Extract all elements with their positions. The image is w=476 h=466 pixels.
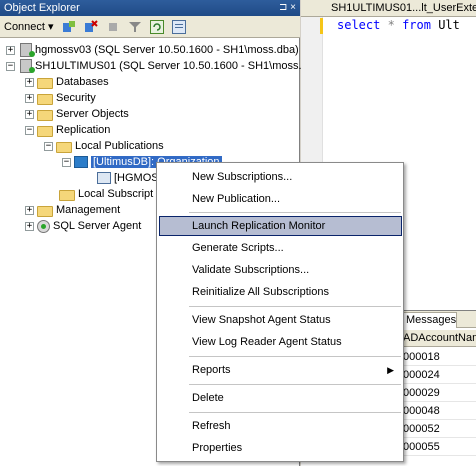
agent-icon	[37, 219, 50, 233]
tab-messages[interactable]: Messages	[401, 312, 457, 328]
menu-item-snapshot-agent-status[interactable]: View Snapshot Agent Status	[159, 310, 402, 330]
folder-icon	[59, 189, 75, 201]
tree-node-label: Local Subscript	[78, 188, 154, 200]
folder-icon	[37, 125, 53, 137]
tree-node-replication[interactable]: − Replication	[25, 122, 110, 138]
code-keyword: from	[402, 18, 431, 32]
table-row[interactable]: 000052	[401, 420, 476, 438]
menu-separator	[189, 412, 401, 413]
object-explorer-toolbar: Connect ▾	[0, 16, 300, 38]
menu-separator	[189, 356, 401, 357]
change-marker	[320, 18, 323, 34]
code-identifier: Ult	[438, 18, 460, 32]
tree-node-label: Databases	[56, 76, 109, 88]
tree-node-local-publications[interactable]: − Local Publications	[44, 138, 164, 154]
menu-item-generate-scripts[interactable]: Generate Scripts...	[159, 238, 402, 258]
object-explorer-title: Object Explorer ⊐ ×	[0, 0, 300, 16]
editor-code[interactable]: select * from Ult	[337, 18, 460, 32]
expand-toggle[interactable]: +	[25, 109, 34, 119]
tree-node-databases[interactable]: + Databases	[25, 74, 109, 90]
tree-node-label: Management	[56, 204, 121, 216]
tree-node-management[interactable]: + Management	[25, 202, 120, 218]
table-row[interactable]: 000055	[401, 438, 476, 456]
summary-icon[interactable]	[170, 18, 188, 36]
menu-item-label: Reports	[192, 364, 231, 376]
tree-node-label: hgmossv03 (SQL Server 10.50.1600 - SH1\m…	[35, 44, 299, 56]
folder-icon	[37, 77, 53, 89]
menu-item-new-publication[interactable]: New Publication...	[159, 189, 402, 209]
folder-icon	[37, 109, 53, 121]
tree-node-server2[interactable]: − SH1ULTIMUS01 (SQL Server 10.50.1600 - …	[6, 58, 308, 74]
connect-icon[interactable]	[60, 18, 78, 36]
tree-node-label: Local Publications	[75, 140, 164, 152]
collapse-toggle[interactable]: −	[44, 141, 53, 151]
tree-node-label: SH1ULTIMUS01 (SQL Server 10.50.1600 - SH…	[35, 60, 308, 72]
tree-node-label: Server Objects	[56, 108, 129, 120]
menu-separator	[189, 212, 401, 213]
expand-toggle[interactable]: +	[25, 221, 34, 231]
collapse-toggle[interactable]: −	[6, 61, 15, 71]
menu-item-refresh[interactable]: Refresh	[159, 416, 402, 436]
table-row[interactable]: 000024	[401, 366, 476, 384]
tree-node-subscription[interactable]: [HGMOS	[97, 170, 159, 186]
menu-item-reinitialize-subscriptions[interactable]: Reinitialize All Subscriptions	[159, 282, 402, 302]
menu-separator	[189, 384, 401, 385]
menu-item-properties[interactable]: Properties	[159, 438, 402, 458]
expand-toggle[interactable]: +	[6, 45, 15, 55]
table-row[interactable]: 000048	[401, 402, 476, 420]
stop-icon[interactable]	[104, 18, 122, 36]
tree-node-local-subscriptions[interactable]: Local Subscript	[59, 186, 153, 202]
collapse-toggle[interactable]: −	[62, 157, 71, 167]
tree-node-security[interactable]: + Security	[25, 90, 96, 106]
tree-node-label: Security	[56, 92, 96, 104]
pin-close-icons[interactable]: ⊐ ×	[279, 1, 296, 15]
code-star: *	[387, 18, 395, 32]
tree-node-label: SQL Server Agent	[53, 220, 142, 232]
subscription-icon	[97, 172, 111, 184]
expand-toggle[interactable]: +	[25, 205, 34, 215]
publication-icon	[74, 156, 88, 168]
expand-toggle[interactable]: +	[25, 77, 34, 87]
connect-button[interactable]: Connect ▾	[2, 20, 56, 33]
folder-icon	[37, 205, 53, 217]
submenu-arrow-icon: ▶	[387, 365, 394, 375]
expand-toggle[interactable]: +	[25, 93, 34, 103]
table-row[interactable]: 000018	[401, 348, 476, 366]
editor-tab[interactable]: SH1ULTIMUS01...lt_UserExte	[301, 0, 476, 17]
menu-item-launch-replication-monitor[interactable]: Launch Replication Monitor	[159, 216, 402, 236]
menu-item-log-reader-agent-status[interactable]: View Log Reader Agent Status	[159, 332, 402, 352]
tree-node-label: Replication	[56, 124, 111, 136]
folder-icon	[37, 93, 53, 105]
menu-separator	[189, 306, 401, 307]
menu-item-new-subscriptions[interactable]: New Subscriptions...	[159, 167, 402, 187]
table-row[interactable]: 000029	[401, 384, 476, 402]
server-icon	[20, 59, 35, 73]
collapse-toggle[interactable]: −	[25, 125, 34, 135]
tree-node-sql-server-agent[interactable]: + SQL Server Agent	[25, 218, 141, 234]
folder-icon	[56, 141, 72, 153]
code-keyword: select	[337, 18, 381, 32]
menu-item-validate-subscriptions[interactable]: Validate Subscriptions...	[159, 260, 402, 280]
tree-node-server-objects[interactable]: + Server Objects	[25, 106, 129, 122]
refresh-icon[interactable]	[148, 18, 166, 36]
tree-node-label: [HGMOS	[114, 172, 159, 184]
server-icon	[20, 43, 35, 57]
filter-icon[interactable]	[126, 18, 144, 36]
menu-item-delete[interactable]: Delete	[159, 388, 402, 408]
disconnect-icon[interactable]	[82, 18, 100, 36]
results-column-header[interactable]: ADAccountNam	[401, 330, 476, 347]
tree-node-server1[interactable]: + hgmossv03 (SQL Server 10.50.1600 - SH1…	[6, 42, 299, 58]
menu-item-reports[interactable]: Reports ▶	[159, 360, 402, 380]
panel-title: Object Explorer	[4, 2, 80, 14]
context-menu: New Subscriptions... New Publication... …	[156, 162, 404, 462]
